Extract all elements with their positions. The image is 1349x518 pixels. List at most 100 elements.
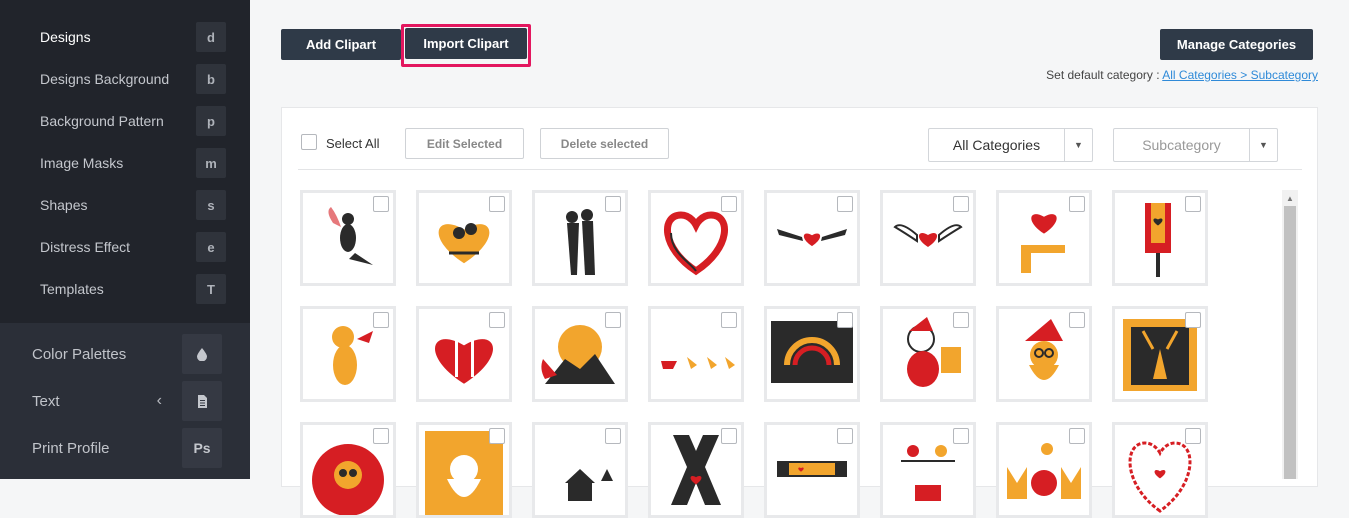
sidebar: Designs d Designs Background b Backgroun… <box>0 0 250 479</box>
clipart-tile-rooster-silhouette[interactable] <box>532 306 628 402</box>
clipart-tile-winged-heart-ornate[interactable] <box>880 190 976 286</box>
clipart-tile-santa-beard[interactable] <box>416 422 512 518</box>
clipart-tile-santa-round[interactable] <box>300 422 396 518</box>
shortcut-key: s <box>196 190 226 220</box>
sidebar-item-label: Print Profile <box>32 439 110 457</box>
clipart-tile-winged-heart[interactable] <box>764 190 860 286</box>
caret-down-icon: ▼ <box>1249 129 1277 161</box>
tile-checkbox[interactable] <box>489 196 505 212</box>
clipart-tile-mom-bird[interactable] <box>996 422 1092 518</box>
clipart-tile-heart-hand[interactable] <box>996 190 1092 286</box>
sidebar-item-text[interactable]: Text ‹ <box>32 381 222 421</box>
sidebar-item-label: Designs <box>40 29 91 45</box>
default-category-label: Set default category : <box>1046 68 1163 82</box>
tile-checkbox[interactable] <box>1069 312 1085 328</box>
sidebar-item-color-palettes[interactable]: Color Palettes <box>32 334 222 374</box>
clipart-tile-cupid[interactable] <box>300 306 396 402</box>
clipart-tile-x-letter[interactable] <box>648 422 744 518</box>
tile-checkbox[interactable] <box>373 196 389 212</box>
sidebar-item-label: Shapes <box>40 197 88 213</box>
tile-checkbox[interactable] <box>837 196 853 212</box>
tile-checkbox[interactable] <box>1069 196 1085 212</box>
chevron-left-icon: ‹ <box>156 392 162 409</box>
clipart-tile-santa-gifts[interactable] <box>880 306 976 402</box>
tile-checkbox[interactable] <box>721 428 737 444</box>
select-all-label[interactable]: Select All <box>326 136 379 151</box>
tile-checkbox[interactable] <box>953 196 969 212</box>
shortcut-key: p <box>196 106 226 136</box>
clipart-tile-mom-heart[interactable] <box>1112 422 1208 518</box>
sidebar-item-image-masks[interactable]: Image Masks m <box>40 147 230 179</box>
tile-checkbox[interactable] <box>837 428 853 444</box>
designs-submenu: Designs d Designs Background b Backgroun… <box>0 0 250 323</box>
shortcut-key: T <box>196 274 226 304</box>
add-clipart-button[interactable]: Add Clipart <box>281 29 401 60</box>
droplet-icon <box>182 334 222 374</box>
import-clipart-button[interactable]: Import Clipart <box>405 28 527 59</box>
caret-down-icon: ▼ <box>1064 129 1092 161</box>
tile-checkbox[interactable] <box>1185 428 1201 444</box>
clipart-tile-santa-face[interactable] <box>996 306 1092 402</box>
tile-checkbox[interactable] <box>489 312 505 328</box>
clipart-tile-fairy[interactable] <box>300 190 396 286</box>
tile-checkbox[interactable] <box>1185 196 1201 212</box>
tile-checkbox[interactable] <box>721 312 737 328</box>
manage-categories-button[interactable]: Manage Categories <box>1160 29 1313 60</box>
shortcut-key: b <box>196 64 226 94</box>
category-select[interactable]: All Categories ▼ <box>928 128 1093 162</box>
sidebar-item-label: Distress Effect <box>40 239 130 255</box>
edit-selected-button[interactable]: Edit Selected <box>405 128 524 159</box>
subcategory-select[interactable]: Subcategory ▼ <box>1113 128 1278 162</box>
tile-checkbox[interactable] <box>1185 312 1201 328</box>
clipart-tile-red-heart-brush[interactable] <box>648 190 744 286</box>
sidebar-item-background-pattern[interactable]: Background Pattern p <box>40 105 230 137</box>
sidebar-item-label: Color Palettes <box>32 345 127 363</box>
scrollbar-thumb[interactable] <box>1284 206 1296 479</box>
default-category-link[interactable]: All Categories > Subcategory <box>1162 68 1318 82</box>
clipart-tile-winter-house[interactable] <box>532 422 628 518</box>
clipart-tile-paint-roller[interactable] <box>1112 190 1208 286</box>
clipart-tile-heart-couple[interactable] <box>416 190 512 286</box>
scrollbar[interactable]: ▲ <box>1282 190 1298 479</box>
tile-checkbox[interactable] <box>1069 428 1085 444</box>
tile-checkbox[interactable] <box>837 312 853 328</box>
subcategory-value: Subcategory <box>1142 137 1221 153</box>
document-icon <box>182 381 222 421</box>
tile-checkbox[interactable] <box>605 428 621 444</box>
sidebar-item-label: Templates <box>40 281 104 297</box>
tile-checkbox[interactable] <box>605 196 621 212</box>
tile-checkbox[interactable] <box>953 428 969 444</box>
sidebar-item-shapes[interactable]: Shapes s <box>40 189 230 221</box>
category-value: All Categories <box>952 137 1041 153</box>
default-category: Set default category : All Categories > … <box>1046 68 1318 82</box>
select-all-checkbox[interactable] <box>301 134 317 150</box>
clipart-tile-love-you-mom[interactable] <box>764 422 860 518</box>
tile-checkbox[interactable] <box>373 312 389 328</box>
sidebar-item-designs-background[interactable]: Designs Background b <box>40 63 230 95</box>
clipart-tile-kissing-couple[interactable] <box>532 190 628 286</box>
sidebar-item-print-profile[interactable]: Print Profile Ps <box>32 428 222 468</box>
clipart-tile-heart-fork[interactable] <box>416 306 512 402</box>
clipart-tile-santa-sleigh[interactable] <box>648 306 744 402</box>
tile-checkbox[interactable] <box>605 312 621 328</box>
clipart-tile-reindeer-frame[interactable] <box>1112 306 1208 402</box>
sidebar-item-label: Designs Background <box>40 71 170 87</box>
sidebar-item-label: Image Masks <box>40 155 124 171</box>
sidebar-item-label: Text <box>32 392 60 410</box>
tile-checkbox[interactable] <box>373 428 389 444</box>
shortcut-key: d <box>196 22 226 52</box>
tile-checkbox[interactable] <box>953 312 969 328</box>
clipart-tile-birds-best[interactable] <box>880 422 976 518</box>
tile-checkbox[interactable] <box>489 428 505 444</box>
scroll-up-icon[interactable]: ▲ <box>1286 194 1294 203</box>
shortcut-key: e <box>196 232 226 262</box>
sidebar-item-designs[interactable]: Designs d <box>40 21 230 53</box>
sidebar-item-templates[interactable]: Templates T <box>40 273 230 305</box>
shortcut-key: m <box>196 148 226 178</box>
tile-checkbox[interactable] <box>721 196 737 212</box>
sidebar-item-distress-effect[interactable]: Distress Effect e <box>40 231 230 263</box>
divider <box>298 169 1302 170</box>
photoshop-icon: Ps <box>182 428 222 468</box>
delete-selected-button[interactable]: Delete selected <box>540 128 669 159</box>
clipart-tile-nativity-rainbow[interactable] <box>764 306 860 402</box>
